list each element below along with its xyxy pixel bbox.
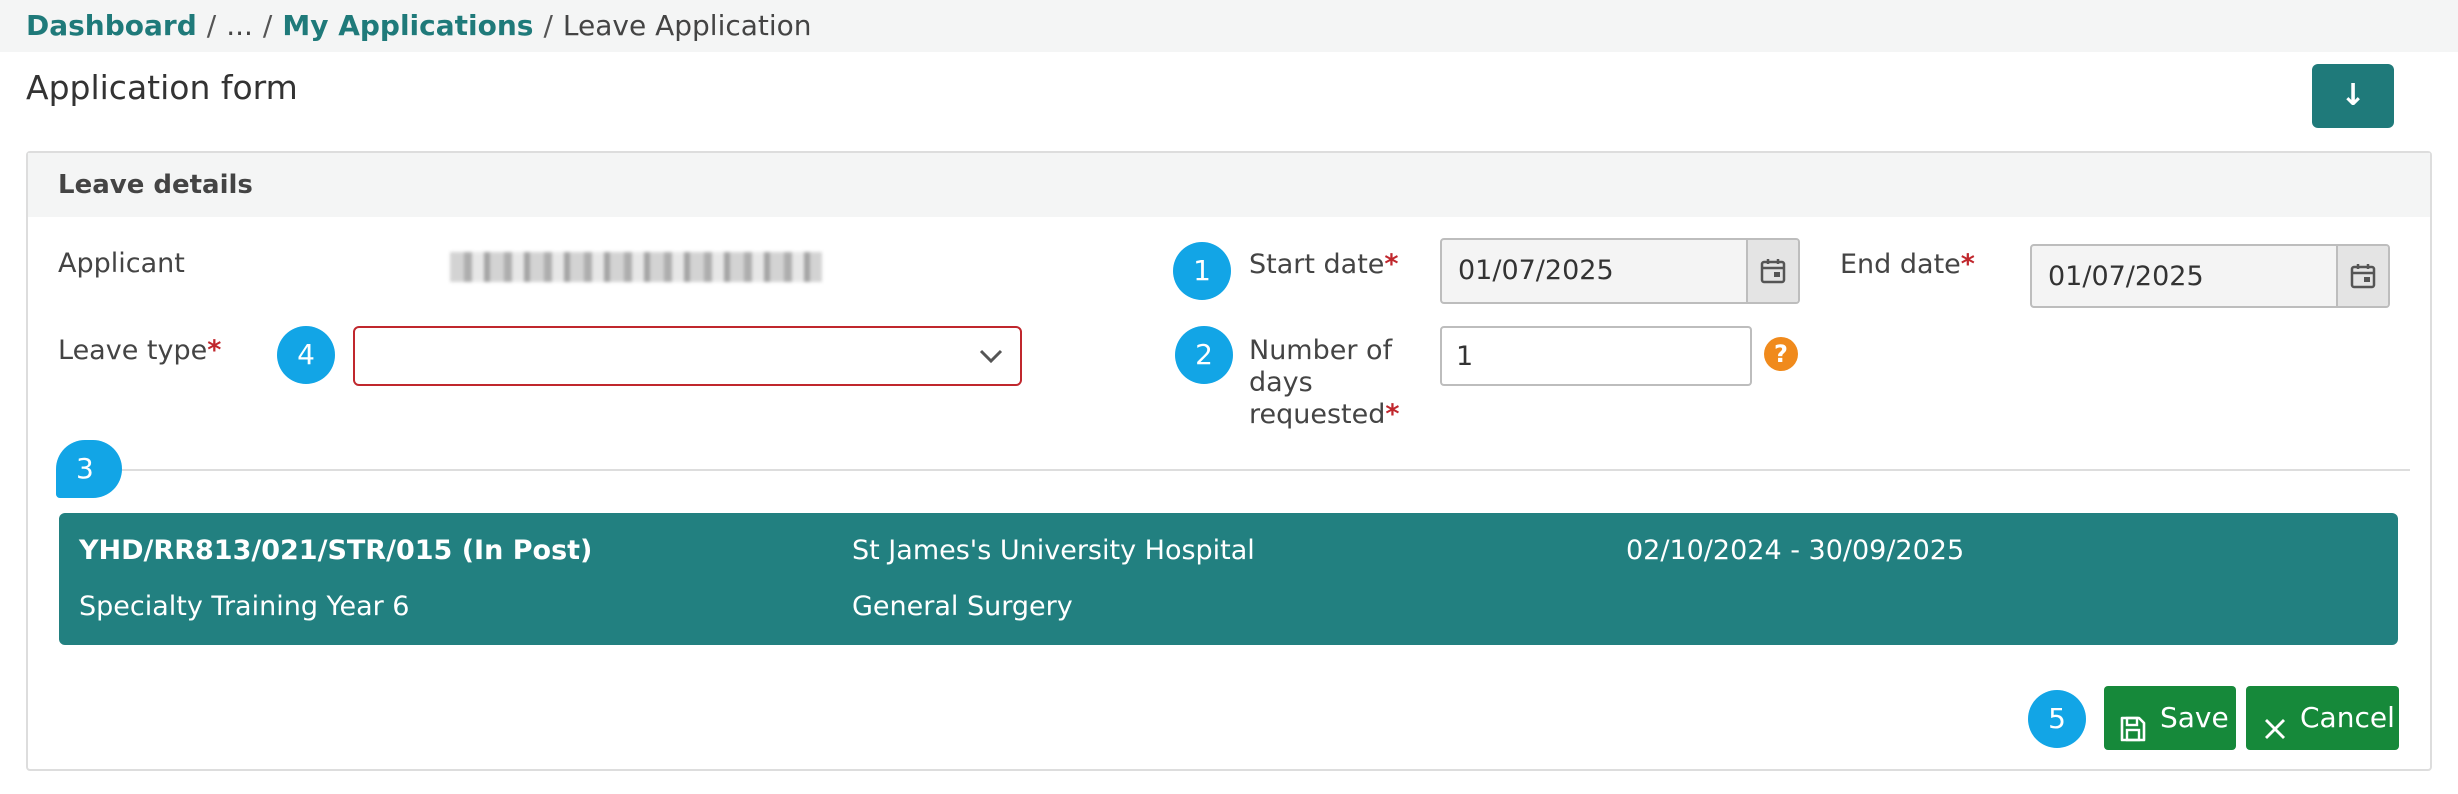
save-button[interactable]: Save (2104, 686, 2236, 750)
start-date-value: 01/07/2025 (1458, 255, 1614, 286)
end-date-input[interactable]: 01/07/2025 (2030, 244, 2390, 308)
applicant-name-redacted (450, 252, 822, 282)
step-badge-1: 1 (1173, 242, 1231, 300)
end-date-value: 01/07/2025 (2048, 261, 2204, 292)
days-requested-label: Number of days requested* (1249, 335, 1400, 430)
days-requested-value: 1 (1456, 341, 1474, 372)
post-card[interactable]: YHD/RR813/021/STR/015 (In Post) Specialt… (59, 513, 2398, 645)
breadcrumb-separator: / (543, 9, 553, 42)
cancel-label: Cancel (2300, 701, 2395, 734)
breadcrumb-my-applications-link[interactable]: My Applications (282, 9, 533, 42)
chevron-down-icon (978, 346, 1004, 370)
page-title: Application form (26, 68, 298, 107)
post-period: 02/10/2024 - 30/09/2025 (1626, 535, 1965, 566)
step-badge-5: 5 (2028, 690, 2086, 748)
post-site: St James's University Hospital (852, 535, 1255, 566)
leave-type-select[interactable] (353, 326, 1022, 386)
breadcrumb-current: Leave Application (562, 9, 812, 42)
calendar-icon[interactable] (1746, 240, 1798, 302)
post-grade: Specialty Training Year 6 (79, 591, 410, 622)
end-date-label: End date* (1840, 249, 1975, 280)
download-button[interactable]: ↓ (2312, 64, 2394, 128)
days-requested-input[interactable]: 1 (1440, 326, 1752, 386)
step-badge-3: 3 (56, 440, 122, 498)
breadcrumb-separator: / (262, 9, 273, 42)
calendar-icon[interactable] (2336, 246, 2388, 306)
step-badge-4: 4 (277, 326, 335, 384)
close-icon (2260, 703, 2290, 767)
section-divider (56, 469, 2410, 471)
help-icon[interactable]: ? (1764, 337, 1798, 371)
step-badge-2: 2 (1175, 326, 1233, 384)
start-date-input[interactable]: 01/07/2025 (1440, 238, 1800, 304)
breadcrumb-dashboard-link[interactable]: Dashboard (26, 9, 197, 42)
applicant-label: Applicant (58, 248, 185, 279)
floppy-disk-icon (2118, 703, 2148, 767)
save-label: Save (2160, 701, 2229, 734)
cancel-button[interactable]: Cancel (2246, 686, 2399, 750)
breadcrumb-ellipsis[interactable]: ... (226, 9, 253, 42)
breadcrumb: Dashboard /... / My Applications / Leave Appl… (0, 0, 2458, 52)
breadcrumb-separator: / (206, 9, 217, 42)
download-icon: ↓ (2340, 78, 2366, 113)
start-date-label: Start date* (1249, 249, 1399, 280)
post-reference: YHD/RR813/021/STR/015 (In Post) (79, 535, 593, 566)
leave-type-label: Leave type* (58, 335, 222, 366)
panel-title: Leave details (28, 153, 2430, 217)
post-specialty: General Surgery (852, 591, 1073, 622)
